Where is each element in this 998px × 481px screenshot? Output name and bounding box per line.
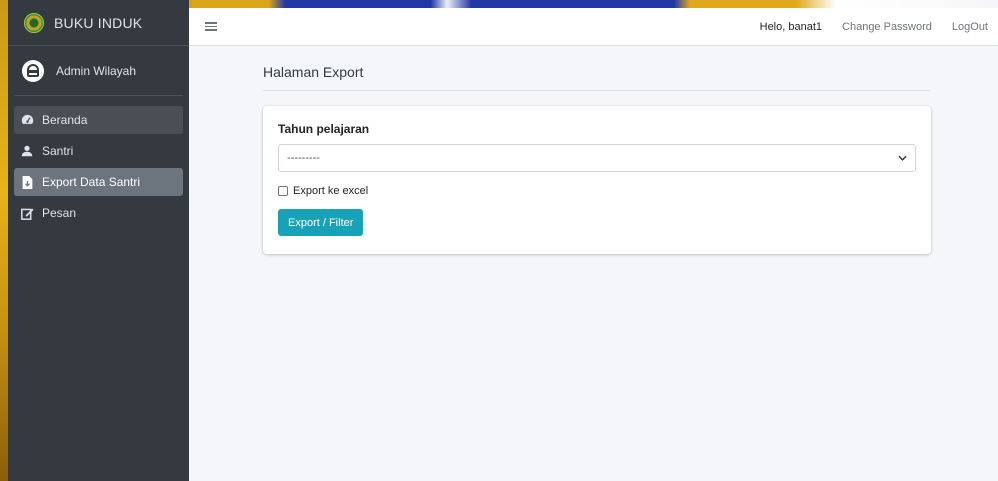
tahun-pelajaran-select[interactable]: --------- [278,144,916,172]
page-header: Halaman Export [263,64,931,91]
logout-link[interactable]: LogOut [942,21,998,33]
user-panel[interactable]: Admin Wilayah [14,46,183,96]
user-icon [20,144,34,158]
export-excel-row: Export ke excel [278,185,916,197]
edit-icon [20,206,34,220]
sidebar-item-label: Pesan [42,206,77,220]
file-export-icon [20,175,34,189]
sidebar-item-label: Export Data Santri [42,175,141,189]
sidebar-item-pesan[interactable]: Pesan [14,199,183,227]
sidebar-item-beranda[interactable]: Beranda [14,106,183,134]
sidebar: BUKU INDUK Admin Wilayah Beranda Santri … [8,0,189,481]
greeting-link[interactable]: Helo, banat1 [750,21,832,33]
logo-icon [24,12,44,33]
navbar-right: Helo, banat1 Change Password LogOut [750,21,998,33]
sidebar-item-label: Santri [42,144,74,158]
brand-title: BUKU INDUK [54,14,143,31]
tahun-pelajaran-label: Tahun pelajaran [278,122,370,136]
dashboard-icon [20,113,34,127]
chevron-down-icon [898,152,907,164]
sidebar-item-label: Beranda [42,113,88,127]
main-content: Halaman Export Tahun pelajaran ---------… [189,46,998,481]
export-form-card: Tahun pelajaran --------- Export ke exce… [263,106,931,254]
export-excel-label[interactable]: Export ke excel [293,185,368,197]
avatar [22,59,44,82]
menu-toggle-icon[interactable] [205,22,217,31]
export-filter-button[interactable]: Export / Filter [278,209,364,236]
sidebar-item-export-data-santri[interactable]: Export Data Santri [14,168,183,196]
top-navbar: Helo, banat1 Change Password LogOut [189,8,998,46]
brand-link[interactable]: BUKU INDUK [8,0,189,46]
sidebar-nav: Beranda Santri Export Data Santri Pesan [8,96,189,227]
emblem-top-band [188,0,998,8]
sidebar-item-santri[interactable]: Santri [14,137,183,165]
user-name: Admin Wilayah [56,63,137,78]
select-value: --------- [287,152,320,164]
change-password-link[interactable]: Change Password [832,21,942,33]
export-excel-checkbox[interactable] [278,186,288,196]
page-title: Halaman Export [263,64,364,80]
